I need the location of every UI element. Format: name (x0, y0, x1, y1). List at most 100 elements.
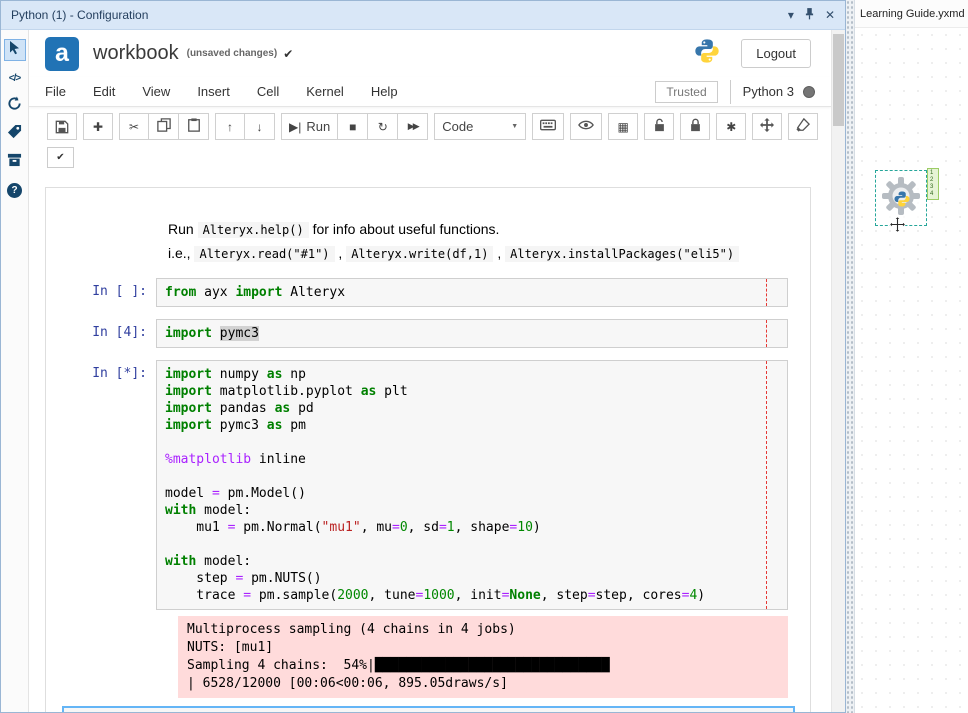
config-left-strip: </> ? (1, 30, 29, 712)
run-button[interactable]: ▶| Run (281, 113, 339, 140)
tag-button[interactable] (4, 123, 26, 145)
unlock-cell-button[interactable] (644, 113, 675, 140)
interrupt-kernel-button[interactable]: ■ (338, 113, 369, 140)
intro-line: Run Alteryx.help() for info about useful… (168, 221, 500, 238)
scrollbar-thumb[interactable] (833, 34, 844, 126)
restart-run-all-button[interactable]: ▶▶ (398, 113, 429, 140)
restart-icon: ↻ (377, 119, 388, 134)
menu-help[interactable]: Help (371, 84, 398, 99)
cell-prompt: In [ ]: (92, 284, 147, 299)
brush-button[interactable] (788, 113, 819, 140)
lock-cell-button[interactable] (680, 113, 711, 140)
notebook-header: a workbook (unsaved changes) ✔ Logout (29, 30, 831, 77)
chevron-down-icon[interactable]: ▾ (788, 8, 794, 22)
kernel-busy-icon (803, 85, 815, 98)
move-icon (760, 118, 775, 135)
extension-row: ✔ (29, 144, 831, 169)
column-ruler (766, 361, 767, 609)
code-cell: In [4]: import pymc3 (46, 319, 810, 348)
scissors-icon: ✂ (128, 119, 140, 134)
help-button[interactable]: ? (4, 179, 26, 201)
pointer-tool-button[interactable] (3, 39, 26, 61)
pin-icon[interactable] (805, 7, 814, 23)
copy-icon (156, 118, 171, 135)
app-root: Python (1) - Configuration ▾ ✕ </> ? a w… (0, 0, 968, 713)
notebook-page: Run Alteryx.help() for info about useful… (45, 187, 811, 712)
output-line: Sampling 4 chains: 54%|█████████████████… (187, 658, 610, 673)
alteryx-logo: a (45, 36, 79, 71)
intro-line: i.e., Alteryx.read("#1") , Alteryx.write… (168, 242, 810, 266)
menu-insert[interactable]: Insert (197, 84, 230, 99)
unlock-icon (653, 118, 666, 135)
python-configuration-window: Python (1) - Configuration ▾ ✕ </> ? a w… (0, 0, 846, 713)
menu-view[interactable]: View (142, 84, 170, 99)
clipboard-icon (187, 118, 201, 135)
package-button[interactable] (4, 151, 26, 173)
workflow-canvas[interactable]: 1234 (855, 28, 968, 713)
check-icon: ✔ (56, 152, 65, 163)
move-tool-button[interactable] (752, 113, 783, 140)
selected-next-cell[interactable] (62, 706, 795, 712)
cell-editor[interactable]: from ayx import Alteryx (156, 278, 788, 307)
code-icon: </> (8, 72, 22, 84)
cell-type-select[interactable]: Code ▼ (434, 113, 527, 140)
save-button[interactable] (47, 113, 77, 140)
pointer-icon (7, 40, 22, 60)
menu-file[interactable]: File (45, 84, 66, 99)
sync-button[interactable] (4, 95, 26, 117)
keyboard-icon (540, 119, 557, 134)
trusted-badge: Trusted (655, 80, 718, 103)
cell-editor[interactable]: import numpy as np import matplotlib.pypl… (156, 360, 788, 610)
notebook-toolbar: ✚ ✂ ↑ ↓ ▶| Run ■ ↻ ▶▶ Code ▼ ▦ ✱ (29, 107, 831, 144)
sync-icon (7, 96, 22, 116)
asterisk-button[interactable]: ✱ (716, 113, 747, 140)
paste-button[interactable] (179, 113, 209, 140)
kernel-name: Python 3 (742, 84, 794, 99)
menu-bar: File Edit View Insert Cell Kernel Help Trusted… (29, 77, 831, 107)
asterisk-icon: ✱ (726, 119, 737, 134)
grid-button[interactable]: ▦ (608, 113, 639, 140)
step-forward-icon: ▶| (289, 119, 302, 134)
lock-icon (689, 118, 702, 135)
chevron-down-icon: ▼ (511, 123, 519, 130)
add-cell-button[interactable]: ✚ (83, 113, 113, 140)
intro-markdown: Run Alteryx.help() for info about useful… (158, 218, 810, 266)
copy-button[interactable] (149, 113, 179, 140)
eye-icon (578, 119, 595, 134)
brush-icon (796, 117, 811, 135)
cell-editor[interactable]: import pymc3 (156, 319, 788, 348)
plus-icon: ✚ (92, 119, 104, 134)
window-title: Python (1) - Configuration (11, 8, 149, 22)
workflow-tab[interactable]: Learning Guide.yxmd (855, 0, 968, 28)
spellcheck-toggle-button[interactable]: ✔ (47, 147, 74, 168)
restart-kernel-button[interactable]: ↻ (368, 113, 399, 140)
workflow-tab-label: Learning Guide.yxmd (860, 7, 965, 20)
notebook-panel: a workbook (unsaved changes) ✔ Logout Fi… (29, 30, 831, 712)
panel-splitter[interactable] (846, 0, 855, 713)
notebook-title[interactable]: workbook (93, 42, 179, 65)
menu-cell[interactable]: Cell (257, 84, 279, 99)
window-titlebar[interactable]: Python (1) - Configuration ▾ ✕ (1, 1, 845, 30)
menu-kernel[interactable]: Kernel (306, 84, 344, 99)
python-logo-icon (893, 190, 911, 213)
toggle-visibility-button[interactable] (570, 113, 603, 140)
close-icon[interactable]: ✕ (825, 8, 835, 22)
grid-icon: ▦ (617, 119, 629, 134)
output-line: Multiprocess sampling (4 chains in 4 job… (187, 622, 516, 637)
output-area: Multiprocess sampling (4 chains in 4 job… (178, 616, 788, 698)
checkpoint-icon: ✔ (283, 46, 294, 61)
cell-prompt: In [4]: (92, 325, 147, 340)
kernel-indicator: Python 3 (729, 79, 815, 104)
output-line: NUTS: [mu1] (187, 640, 274, 655)
cell-prompt: In [*]: (92, 366, 147, 381)
logout-button[interactable]: Logout (741, 39, 811, 68)
move-cell-up-button[interactable]: ↑ (215, 113, 245, 140)
code-view-button[interactable]: </> (4, 67, 26, 89)
vertical-scrollbar[interactable] (831, 30, 845, 712)
column-ruler (766, 320, 767, 347)
move-cell-down-button[interactable]: ↓ (245, 113, 275, 140)
menu-edit[interactable]: Edit (93, 84, 115, 99)
command-palette-button[interactable] (532, 113, 565, 140)
cut-button[interactable]: ✂ (119, 113, 149, 140)
run-label: Run (306, 119, 331, 134)
